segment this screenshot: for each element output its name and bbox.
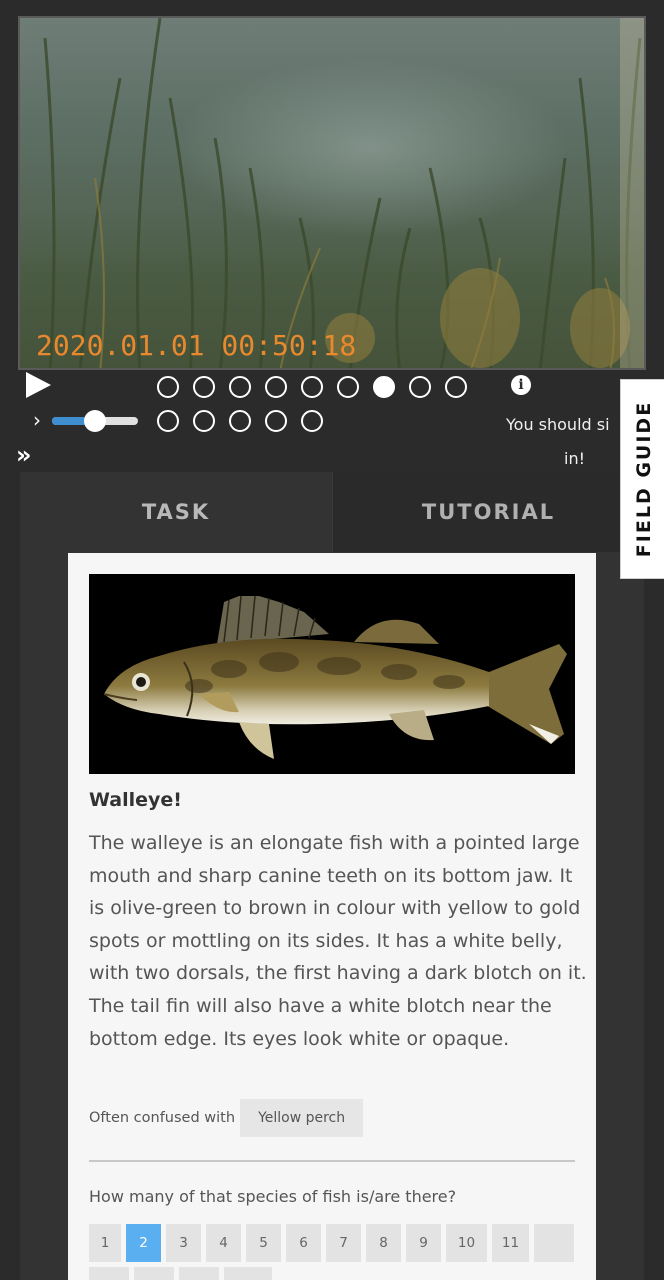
confused-species-button[interactable]: Yellow perch (240, 1099, 364, 1137)
frame-dot[interactable] (193, 410, 215, 432)
double-chevron-right-icon[interactable]: » (16, 443, 32, 467)
frame-dot[interactable] (193, 376, 215, 398)
slider-thumb[interactable] (84, 410, 106, 432)
divider (89, 1160, 575, 1162)
hint-line-1: You should si (506, 415, 610, 434)
frame-dot[interactable] (265, 376, 287, 398)
count-option-button[interactable]: 7 (326, 1224, 361, 1262)
count-option-button[interactable] (224, 1267, 272, 1280)
info-icon[interactable]: i (511, 375, 531, 395)
task-tabs: TASK TUTORIAL (20, 472, 644, 552)
species-name: Walleye! (89, 789, 182, 811)
frame-dot[interactable] (373, 376, 395, 398)
count-option-button[interactable] (134, 1267, 174, 1280)
count-option-button[interactable]: 5 (246, 1224, 281, 1262)
count-option-button[interactable]: 11 (492, 1224, 529, 1262)
tab-tutorial[interactable]: TUTORIAL (332, 472, 644, 552)
count-option-button[interactable]: 3 (166, 1224, 201, 1262)
count-option-button[interactable]: 4 (206, 1224, 241, 1262)
frame-dot[interactable] (265, 410, 287, 432)
count-option-button[interactable]: 2 (126, 1224, 161, 1262)
frame-dot[interactable] (301, 376, 323, 398)
count-option-button[interactable]: 1 (89, 1224, 121, 1262)
chevron-right-icon: › (33, 408, 41, 432)
playback-speed-slider[interactable] (52, 410, 138, 432)
frame-dot[interactable] (229, 376, 251, 398)
field-guide-label: FIELD GUIDE (632, 400, 655, 558)
frame-selector-row-2 (157, 410, 323, 432)
field-guide-card: Walleye! The walleye is an elongate fish… (68, 553, 596, 1280)
play-button[interactable] (26, 372, 54, 400)
seagrass-scene (43, 18, 644, 368)
frame-dot[interactable] (337, 376, 359, 398)
frame-dot[interactable] (409, 376, 431, 398)
confused-with: Often confused with Yellow perch (89, 1099, 364, 1137)
species-description: The walleye is an elongate fish with a p… (89, 832, 587, 1050)
frame-dot[interactable] (157, 410, 179, 432)
frame-dot[interactable] (157, 376, 179, 398)
count-option-button[interactable] (179, 1267, 219, 1280)
count-option-button[interactable] (89, 1267, 129, 1280)
walleye-image (89, 574, 575, 774)
subject-video[interactable]: 2020.01.01 00:50:18 (18, 16, 646, 370)
count-option-button[interactable]: 8 (366, 1224, 401, 1262)
confused-with-label: Often confused with (89, 1110, 236, 1126)
field-guide-button[interactable]: FIELD GUIDE (620, 379, 664, 579)
play-icon (26, 372, 51, 398)
count-option-button[interactable]: 9 (406, 1224, 441, 1262)
frame-dot[interactable] (445, 376, 467, 398)
count-options: 1 2 3 4 5 6 7 8 9 10 11 (89, 1224, 575, 1280)
count-question: How many of that species of fish is/are … (89, 1187, 457, 1206)
fish-illustration (103, 595, 567, 759)
video-timestamp: 2020.01.01 00:50:18 (36, 329, 357, 362)
tab-task[interactable]: TASK (20, 472, 332, 552)
frame-dot[interactable] (229, 410, 251, 432)
count-option-button[interactable]: 10 (446, 1224, 487, 1262)
frame-dot[interactable] (301, 410, 323, 432)
count-option-button[interactable] (534, 1224, 574, 1262)
count-option-button[interactable]: 6 (286, 1224, 321, 1262)
frame-selector-row-1 (157, 376, 467, 398)
